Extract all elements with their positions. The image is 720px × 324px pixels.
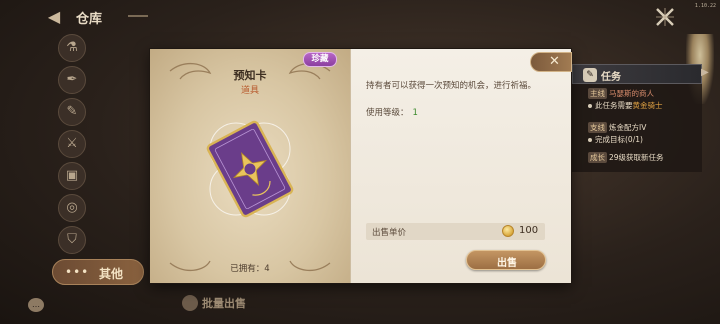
task-text: 完成目标(0/1): [595, 135, 643, 144]
side-menu: ⚗ ✒ ✎ ⚔ ▣ ◎ ⛉ ••• 其他: [52, 28, 146, 296]
close-icon: ✕: [549, 54, 560, 69]
use-level: 使用等级： 1: [366, 106, 418, 118]
bullet-icon: [588, 104, 592, 108]
feather-icon[interactable]: ✒: [58, 66, 86, 94]
owned-value: 4: [264, 264, 270, 274]
task-text: 马瑟斯的商人: [609, 89, 654, 98]
more-icon: •••: [65, 265, 90, 279]
bullet-icon: [588, 138, 592, 142]
task-text-prefix: 此任务需要: [595, 101, 633, 110]
rarity-badge: 珍藏: [303, 52, 337, 67]
task-row[interactable]: 完成目标(0/1): [588, 134, 643, 145]
task-text: 炼金配方IV: [609, 123, 647, 132]
task-panel: ✎ 任务 ▶ 主线 马瑟斯的商人 此任务需要黄金骑士 支线 炼金配方IV 完成目标(…: [572, 64, 709, 172]
task-tag: 支线: [588, 122, 607, 133]
sell-button[interactable]: 出售: [466, 250, 546, 270]
use-level-label: 使用等级：: [366, 108, 409, 118]
task-row[interactable]: 主线 马瑟斯的商人: [588, 88, 654, 99]
owned-count: 已拥有：4: [150, 262, 350, 274]
task-text: 29级获取新任务: [609, 153, 664, 162]
flask-icon[interactable]: ⚗: [58, 34, 86, 62]
close-button[interactable]: ✕: [530, 52, 572, 72]
sword-icon[interactable]: ⚔: [58, 130, 86, 158]
page-title: 仓库: [76, 11, 103, 26]
owned-label: 已拥有：: [230, 264, 265, 274]
item-detail-modal: 珍藏 预知卡 道具 已拥有：4 ✕ 持有者可以获得一次预知的机会，进行祈福。 使…: [150, 49, 572, 283]
chevron-right-icon[interactable]: ▶: [701, 67, 715, 81]
task-row[interactable]: 成长 29级获取新任务: [588, 152, 664, 163]
close-icon[interactable]: [654, 6, 676, 28]
version-text: 1.10.22: [694, 3, 716, 9]
batch-sell-icon: [182, 294, 198, 311]
item-type: 道具: [240, 86, 259, 96]
item-name: 预知卡: [233, 69, 267, 82]
price-value: 100: [519, 225, 539, 236]
sell-button-label: 出售: [497, 258, 517, 269]
batch-sell-button[interactable]: 批量出售: [182, 292, 246, 311]
use-level-value: 1: [412, 108, 418, 118]
task-row[interactable]: 支线 炼金配方IV: [588, 122, 646, 133]
task-row[interactable]: 此任务需要黄金骑士: [588, 100, 663, 111]
task-tag: 成长: [588, 152, 607, 163]
shield-icon[interactable]: ⛉: [58, 226, 86, 254]
task-text-highlight: 黄金骑士: [632, 101, 663, 110]
pin-icon[interactable]: ✎: [58, 98, 86, 126]
side-menu-other[interactable]: ••• 其他: [52, 259, 144, 285]
price-row: 出售单价 100: [366, 223, 545, 240]
task-header[interactable]: ✎ 任务 ▶: [572, 64, 709, 84]
chest-icon[interactable]: ▣: [58, 162, 86, 190]
back-icon[interactable]: ◀: [44, 8, 64, 26]
batch-sell-label: 批量出售: [202, 296, 246, 310]
coin-icon: [502, 225, 514, 237]
title-divider: [128, 15, 148, 17]
price-label: 出售单价: [372, 228, 407, 238]
item-card: 珍藏 预知卡 道具 已拥有：4: [150, 49, 350, 283]
task-title: 任务: [601, 72, 621, 83]
swirl-icon[interactable]: ◎: [58, 194, 86, 222]
prophecy-card-icon: [206, 120, 294, 218]
item-description: 持有者可以获得一次预知的机会，进行祈福。: [366, 81, 537, 91]
task-icon: ✎: [583, 68, 597, 82]
chat-icon[interactable]: …: [28, 298, 44, 312]
side-menu-other-label: 其他: [99, 267, 124, 281]
task-tag: 主线: [588, 88, 607, 99]
